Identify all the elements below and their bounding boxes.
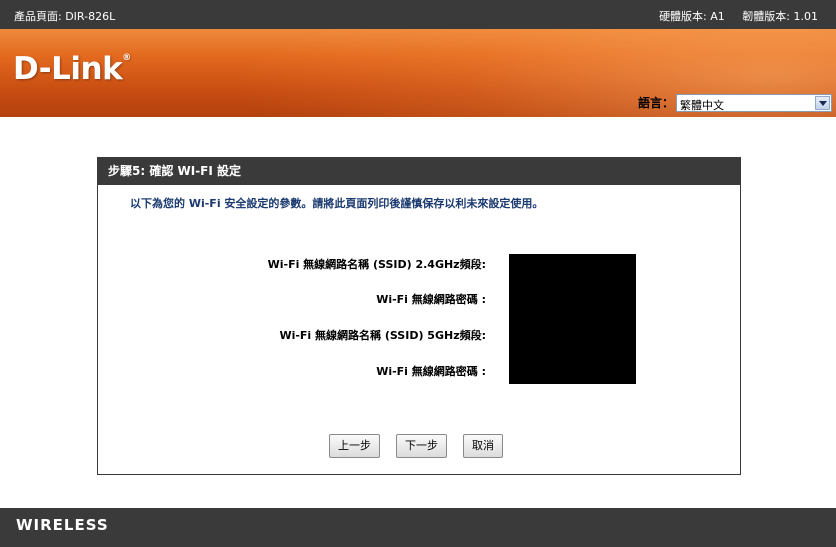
next-button[interactable]: 下一步 — [396, 434, 447, 458]
top-info-bar: 產品頁面: DIR-826L 硬體版本: A1 韌體版本: 1.01 — [0, 0, 836, 29]
wifi-confirm-panel: 步驟5: 確認 WI-FI 設定 以下為您的 Wi-Fi 安全設定的參數。請將此… — [97, 157, 741, 475]
prev-button[interactable]: 上一步 — [329, 434, 380, 458]
wireless-wordmark: WIRELESS — [16, 516, 109, 534]
language-selected-value: 繁體中文 — [680, 99, 724, 112]
chevron-down-icon[interactable] — [815, 96, 830, 110]
panel-title: 步驟5: 確認 WI-FI 設定 — [98, 158, 740, 185]
password-24ghz-label: Wi-Fi 無線網路密碼 : — [376, 293, 486, 306]
version-info: 硬體版本: A1 韌體版本: 1.01 — [645, 8, 818, 24]
ssid-5ghz-label: Wi-Fi 無線網路名稱 (SSID) 5GHz頻段: — [279, 329, 486, 342]
product-page-label: 產品頁面: DIR-826L — [14, 10, 116, 23]
firmware-version: 韌體版本: 1.01 — [742, 10, 818, 23]
header-banner: D-Link® 語言： 繁體中文 — [0, 29, 836, 117]
language-label: 語言： — [638, 96, 675, 110]
dlink-logo: D-Link® — [13, 51, 131, 87]
cancel-button[interactable]: 取消 — [463, 434, 503, 458]
ssid-24ghz-label: Wi-Fi 無線網路名稱 (SSID) 2.4GHz頻段: — [267, 258, 486, 271]
language-select[interactable]: 繁體中文 — [676, 94, 832, 112]
footer-bar: WIRELESS — [0, 508, 836, 547]
redacted-values-block — [509, 254, 636, 384]
hardware-version: 硬體版本: A1 — [659, 10, 725, 23]
password-5ghz-label: Wi-Fi 無線網路密碼 : — [376, 365, 486, 378]
intro-text: 以下為您的 Wi-Fi 安全設定的參數。請將此頁面列印後謹慎保存以利未來設定使用… — [130, 197, 544, 210]
